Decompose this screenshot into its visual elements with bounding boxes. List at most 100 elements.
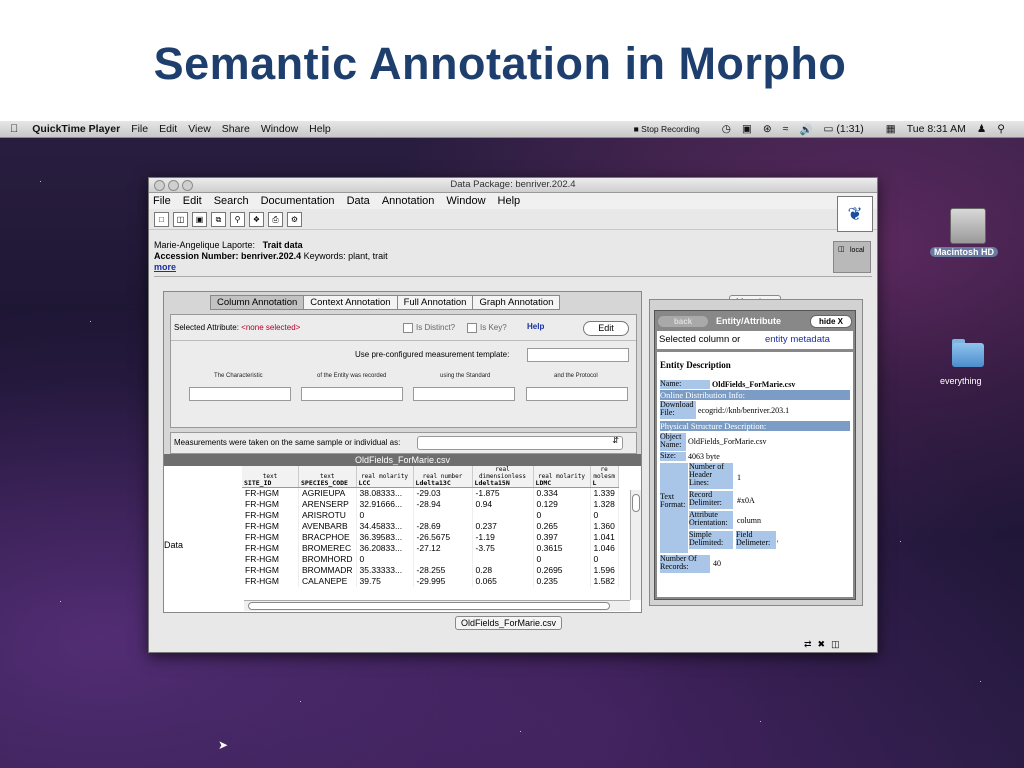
cell[interactable] [472, 510, 534, 521]
column-header[interactable]: real molarity LDMC [533, 466, 591, 488]
cell[interactable]: FR-HGM [242, 510, 299, 521]
cell[interactable]: 0.94 [472, 499, 534, 510]
folder-label[interactable]: everything [940, 376, 982, 386]
cell[interactable]: FR-HGM [242, 543, 299, 554]
zoom-window-button[interactable] [182, 180, 193, 191]
save-icon[interactable]: ▣ [192, 211, 207, 227]
cell[interactable] [472, 554, 534, 565]
cell[interactable]: 0.065 [472, 576, 534, 587]
volume-icon[interactable]: 🔊 [799, 123, 812, 136]
disk-label[interactable]: Macintosh HD [930, 247, 999, 257]
menu-data[interactable]: Data [347, 195, 370, 207]
cell[interactable]: 0 [356, 554, 414, 565]
cell[interactable]: 39.75 [356, 576, 414, 587]
table-row[interactable]: FR-HGM AVENBARB 34.45833... -28.69 0.237 0.26… [242, 521, 619, 532]
cell[interactable]: CALANEPE [298, 576, 357, 587]
cell[interactable]: 36.39583... [356, 532, 414, 543]
cell[interactable]: 0.237 [472, 521, 534, 532]
menubar-share[interactable]: Share [222, 123, 250, 135]
menubar-app-name[interactable]: QuickTime Player [32, 123, 120, 135]
cell[interactable]: 34.45833... [356, 521, 414, 532]
cell[interactable]: 0.235 [533, 576, 591, 587]
new-icon[interactable]: □ [154, 211, 169, 227]
bottom-file-tab[interactable]: OldFields_ForMarie.csv [455, 616, 563, 630]
entity-metadata-link[interactable]: entity metadata [765, 334, 830, 345]
lock-icon[interactable]: ◫ [831, 639, 840, 650]
table-row[interactable]: FR-HGM CALANEPE 39.75 -29.995 0.065 0.235 1.58… [242, 576, 619, 587]
column-header[interactable]: real molarity LCC [356, 466, 414, 488]
tools-icon[interactable]: ⚙ [287, 211, 302, 227]
open-icon[interactable]: ◫ [173, 211, 188, 227]
edit-button[interactable]: Edit [583, 321, 629, 336]
menu-annotation[interactable]: Annotation [382, 195, 435, 207]
cell[interactable]: -3.75 [472, 543, 534, 554]
table-row[interactable]: FR-HGM BROMEREC 36.20833... -27.12 -3.75 0.36… [242, 543, 619, 554]
battery-icon[interactable]: ▭ (1:31) [824, 123, 875, 135]
menubar-help[interactable]: Help [309, 123, 331, 135]
apple-icon[interactable]:  [10, 123, 18, 135]
network-icon[interactable]: ❖ [249, 211, 264, 227]
user-icon[interactable]: ♟ [977, 123, 986, 135]
vertical-scroll-thumb[interactable] [632, 494, 640, 512]
cell[interactable]: 0 [356, 510, 414, 521]
characteristic-field[interactable] [189, 387, 291, 401]
table-row[interactable]: FR-HGM ARENSERP 32.91666... -28.94 0.94 0.129… [242, 499, 619, 510]
cell[interactable]: 0 [590, 510, 619, 521]
template-input[interactable] [527, 348, 629, 362]
cell[interactable]: 1.041 [590, 532, 619, 543]
column-header[interactable]: re molesm L [590, 466, 619, 488]
cell[interactable]: -28.255 [413, 565, 473, 576]
cell[interactable]: 38.08333... [356, 487, 414, 499]
column-header[interactable]: real number Ldelta13C [413, 466, 473, 488]
cell[interactable]: 0.3615 [533, 543, 591, 554]
cell[interactable]: -1.19 [472, 532, 534, 543]
cell[interactable]: FR-HGM [242, 521, 299, 532]
more-link[interactable]: more [154, 262, 176, 272]
horizontal-scroll-thumb[interactable] [248, 602, 610, 610]
cell[interactable] [413, 510, 473, 521]
tab-context-annotation[interactable]: Context Annotation [303, 295, 398, 310]
cell[interactable]: FR-HGM [242, 532, 299, 543]
horizontal-scrollbar[interactable] [244, 600, 630, 611]
cell[interactable]: BROMMADR [298, 565, 357, 576]
cell[interactable]: 0.28 [472, 565, 534, 576]
column-header[interactable]: text SPECIES_CODE [298, 466, 357, 488]
cell[interactable]: AGRIEUPA [298, 487, 357, 499]
cell[interactable]: 35.33333... [356, 565, 414, 576]
table-row[interactable]: FR-HGM ARISROTU 0 0 0 [242, 510, 619, 521]
cell[interactable]: ARENSERP [298, 499, 357, 510]
help-link[interactable]: Help [527, 322, 544, 331]
minimize-window-button[interactable] [168, 180, 179, 191]
cell[interactable]: 0 [533, 510, 591, 521]
cell[interactable]: -1.875 [472, 487, 534, 499]
print-icon[interactable]: ⎙ [268, 211, 283, 227]
measurements-dropdown[interactable]: ⇵ [417, 436, 623, 450]
hide-button[interactable]: hide X [809, 314, 852, 328]
cell[interactable]: 0.334 [533, 487, 591, 499]
cell[interactable]: BROMHORD [298, 554, 357, 565]
cell[interactable]: FR-HGM [242, 565, 299, 576]
display-icon[interactable]: ▣ [742, 123, 752, 135]
cell[interactable]: 0.129 [533, 499, 591, 510]
is-distinct-checkbox[interactable] [403, 323, 413, 333]
table-row[interactable]: FR-HGM BROMMADR 35.33333... -28.255 0.28 0.26… [242, 565, 619, 576]
tab-column-annotation[interactable]: Column Annotation [210, 295, 305, 310]
input-menu-icon[interactable]: ▦ [886, 123, 896, 135]
vertical-scrollbar[interactable] [630, 490, 641, 600]
back-button[interactable]: back [658, 315, 708, 327]
entity-field[interactable] [301, 387, 403, 401]
cell[interactable]: 32.91666... [356, 499, 414, 510]
cell[interactable]: -29.03 [413, 487, 473, 499]
standard-field[interactable] [413, 387, 515, 401]
download-value[interactable]: ecogrid://knb/benriver.203.1 [698, 406, 789, 415]
close-window-button[interactable] [154, 180, 165, 191]
time-machine-icon[interactable]: ◷ [722, 123, 731, 135]
table-row[interactable]: FR-HGM AGRIEUPA 38.08333... -29.03 -1.875 0.3… [242, 487, 619, 499]
protocol-field[interactable] [526, 387, 628, 401]
copy-icon[interactable]: ⧉ [211, 211, 226, 227]
cell[interactable]: 0.265 [533, 521, 591, 532]
local-indicator[interactable]: ◫ local [833, 241, 871, 273]
cell[interactable]: 0.2695 [533, 565, 591, 576]
is-key-checkbox[interactable] [467, 323, 477, 333]
hard-disk-icon[interactable] [950, 208, 986, 244]
